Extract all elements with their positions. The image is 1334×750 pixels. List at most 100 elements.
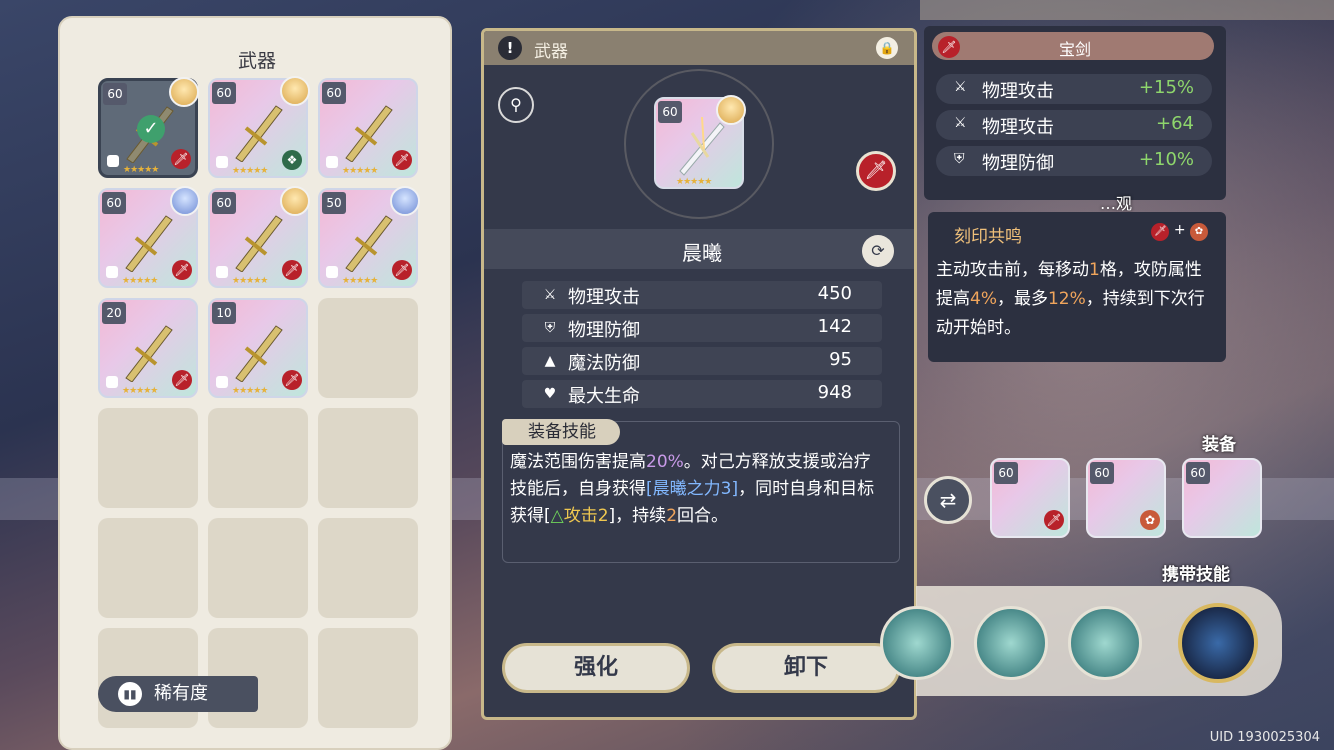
weapon-slot[interactable]: 60 🗡 ★★★★★ xyxy=(318,78,418,178)
element-fire-sword-icon[interactable]: 🗡 xyxy=(856,151,896,191)
element-icon: 🗡 xyxy=(282,370,302,390)
element-icon: 🗡 xyxy=(392,150,412,170)
lock-icon xyxy=(216,266,228,278)
attribute-label: 物理攻击 xyxy=(982,117,1054,138)
empty-slot xyxy=(98,518,198,618)
weapon-sword-art xyxy=(679,116,725,176)
rarity-label: 稀有度 xyxy=(154,683,208,704)
element-icon: 🗡 xyxy=(282,260,302,280)
user-id: UID 1930025304 xyxy=(1209,730,1320,745)
resonance-panel: 刻印共鸣 🗡 + ✿ 主动攻击前，每移动1格，攻防属性提高4%，最多12%，持续… xyxy=(928,212,1226,362)
empty-slot xyxy=(318,408,418,508)
element-icon: 🗡 xyxy=(392,260,412,280)
rarity-sort-button[interactable]: ▮▮ 稀有度 xyxy=(98,676,258,712)
stat-label: 物理防御 xyxy=(568,320,640,341)
bar-chart-icon: ▮▮ xyxy=(118,682,142,706)
empty-slot xyxy=(98,408,198,508)
skill-slot-3[interactable] xyxy=(1068,606,1142,680)
lock-icon[interactable]: 🔒 xyxy=(876,37,898,59)
stat-label: 魔法防御 xyxy=(568,353,640,374)
attribute-row: ⚔ 物理攻击 +15% xyxy=(936,74,1212,104)
empty-slot xyxy=(208,518,308,618)
star-rating: ★★★★★ xyxy=(123,165,159,175)
unequip-button[interactable]: 卸下 xyxy=(712,643,900,693)
lock-icon xyxy=(326,156,338,168)
weapon-slot[interactable]: 50 🗡 ★★★★★ xyxy=(318,186,420,288)
weapon-detail-panel: ! 武器 🔒 ⚲ 60 ★★★★★ 🗡 晨曦 ⟳ ⚔ 物理攻击 450 ⛨ 物理防御 14… xyxy=(481,28,917,720)
enhance-button[interactable]: 强化 xyxy=(502,643,690,693)
lock-icon xyxy=(107,155,119,167)
equip-slot-charm[interactable]: 60 xyxy=(1182,458,1262,538)
top-decoration xyxy=(920,0,1334,20)
star-rating: ★★★★★ xyxy=(232,386,268,396)
equip-skill-tag: 装备技能 xyxy=(502,419,620,445)
equip-slot-weapon[interactable]: 60 🗡 xyxy=(990,458,1070,538)
weapon-inventory-panel: 武器 60 ✓ 🗡 ★★★★★ 60 ❖ ★★★★★ 60 🗡 ★★★★★ 60 🗡 ★★★★★ 60 🗡 ★… xyxy=(58,16,452,750)
skill-slot-1[interactable] xyxy=(880,606,954,680)
star-rating: ★★★★★ xyxy=(342,276,378,286)
attribute-label: 物理防御 xyxy=(982,153,1054,174)
star-rating: ★★★★★ xyxy=(122,386,158,396)
weapon-art xyxy=(235,325,283,382)
view-owner-icon[interactable]: ⚲ xyxy=(498,87,534,123)
weapon-art xyxy=(235,215,283,272)
weapon-art xyxy=(125,325,173,382)
fire-element-icon: 🗡 xyxy=(1044,510,1064,530)
resonance-title: 刻印共鸣 xyxy=(954,227,1022,247)
stat-row: ▲ 魔法防御 95 xyxy=(522,347,882,375)
weapon-art xyxy=(235,105,283,162)
hat-icon: ▲ xyxy=(544,353,556,369)
detail-header-title: 武器 xyxy=(534,42,568,62)
attribute-label: 物理攻击 xyxy=(982,81,1054,102)
stat-value: 142 xyxy=(817,316,852,337)
weapon-slot[interactable]: 60 🗡 ★★★★★ xyxy=(208,186,310,288)
swap-equip-button[interactable]: ⇄ xyxy=(924,476,972,524)
lock-icon xyxy=(106,266,118,278)
shield-icon: ⛨ xyxy=(954,151,965,167)
attribute-value: +64 xyxy=(1156,113,1194,134)
star-rating: ★★★★★ xyxy=(232,166,268,176)
stat-label: 物理攻击 xyxy=(568,287,640,308)
equip-level-badge: 60 xyxy=(1090,462,1114,484)
weapon-name: 晨曦 xyxy=(682,241,722,265)
element-icon: 🗡 xyxy=(172,260,192,280)
attribute-panel: 🗡 宝剑 ⚔ 物理攻击 +15% ⚔ 物理攻击 +64 ⛨ 物理防御 +10% xyxy=(924,26,1226,200)
star-rating: ★★★★★ xyxy=(676,177,712,187)
weapon-art xyxy=(125,215,173,272)
warning-icon: ! xyxy=(498,36,522,60)
carry-skills-label: 携带技能 xyxy=(1162,565,1230,585)
weapon-slot[interactable]: 60 🗡 ★★★★★ xyxy=(98,186,200,288)
inventory-title: 武器 xyxy=(237,50,276,72)
skill-slot-2[interactable] xyxy=(974,606,1048,680)
attribute-value: +10% xyxy=(1138,149,1194,170)
lock-icon xyxy=(216,156,228,168)
weapon-slot[interactable]: 60 ❖ ★★★★★ xyxy=(208,76,310,178)
weapon-art xyxy=(345,215,393,272)
skill-slot-main[interactable] xyxy=(1178,603,1258,683)
lock-icon xyxy=(106,376,118,388)
appearance-label[interactable]: …观 xyxy=(1100,190,1132,214)
attribute-header-title: 宝剑 xyxy=(1058,40,1091,59)
stat-label: 最大生命 xyxy=(568,386,640,407)
element-icon: ❖ xyxy=(282,150,302,170)
element-icon: 🗡 xyxy=(171,149,191,169)
sword-icon: ⚔ xyxy=(954,79,967,95)
swap-icon[interactable]: ⟳ xyxy=(862,235,894,267)
star-rating: ★★★★★ xyxy=(232,276,268,286)
sword-icon: ⚔ xyxy=(954,115,967,131)
lock-icon xyxy=(216,376,228,388)
weapon-slot[interactable]: 10 🗡 ★★★★★ xyxy=(208,298,308,398)
orange-rune-icon: ✿ xyxy=(1190,223,1208,241)
empty-slot xyxy=(318,518,418,618)
weapon-slot[interactable]: 20 🗡 ★★★★★ xyxy=(98,298,198,398)
element-icon: 🗡 xyxy=(172,370,192,390)
attribute-row: ⛨ 物理防御 +10% xyxy=(936,146,1212,176)
star-rating: ★★★★★ xyxy=(342,166,378,176)
lock-icon xyxy=(326,266,338,278)
empty-slot xyxy=(318,298,418,398)
weapon-slot[interactable]: 60 ✓ 🗡 ★★★★★ xyxy=(98,77,199,178)
equip-slot-accessory[interactable]: 60 ✿ xyxy=(1086,458,1166,538)
stat-value: 95 xyxy=(829,349,852,370)
shield-icon: ⛨ xyxy=(544,320,556,336)
empty-slot xyxy=(208,408,308,508)
